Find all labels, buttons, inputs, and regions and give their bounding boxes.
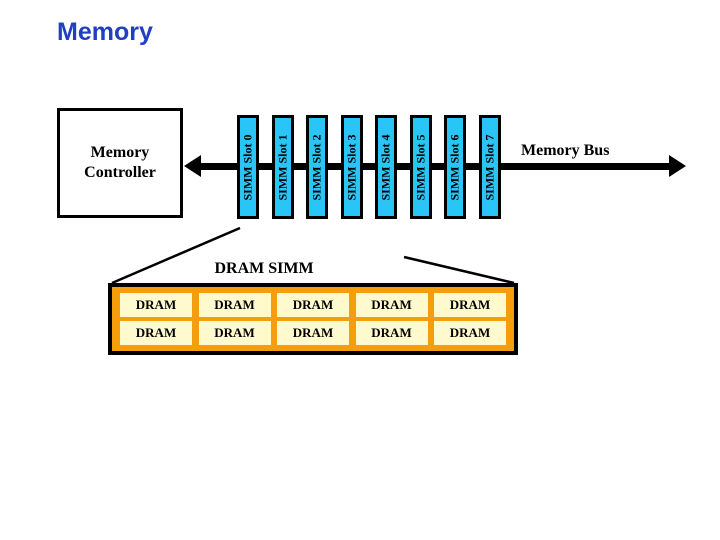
simm-slot-label: SIMM Slot 6 [447,134,462,200]
simm-slot-1[interactable]: SIMM Slot 1 [271,115,294,219]
page-title: Memory [57,18,153,46]
simm-slot-2[interactable]: SIMM Slot 2 [306,115,328,219]
dram-chip: DRAM [120,293,192,317]
simm-slot-4[interactable]: SIMM Slot 4 [375,115,397,219]
slide-canvas: Memory Memory Bus Memory Controller SIMM… [0,0,720,540]
dram-chip: DRAM [277,321,349,345]
simm-slot-group: SIMM Slot 0 SIMM Slot 1 SIMM Slot 2 SIMM Sl… [237,115,512,219]
dram-chip: DRAM [355,321,428,345]
simm-slot-label: SIMM Slot 5 [413,134,427,200]
simm-slot-5[interactable]: SIMM Slot 5 [409,115,432,219]
simm-slot-7[interactable]: SIMM Slot 7 [478,115,501,219]
dram-chip: DRAM [355,293,428,317]
dram-simm-board: DRAM DRAM DRAM DRAM DRAM DRAM DRAM DRAM DRAM DRAM [108,283,518,355]
memory-bus-label: Memory Bus [521,142,610,159]
dram-chip: DRAM [434,293,506,317]
dram-chip: DRAM [198,293,271,317]
simm-slot-label: SIMM Slot 1 [275,134,289,200]
arrow-right-icon [669,155,686,177]
simm-slot-label: SIMM Slot 2 [309,134,324,200]
simm-slot-6[interactable]: SIMM Slot 6 [444,115,466,219]
dram-simm-label: DRAM SIMM [214,260,314,277]
memory-controller-label: Memory Controller [84,144,156,181]
leader-line-right [403,255,515,285]
arrow-left-icon [184,155,201,177]
simm-slot-label: SIMM Slot 7 [482,134,496,200]
simm-slot-label: SIMM Slot 3 [344,134,358,200]
simm-slot-label: SIMM Slot 4 [378,134,393,200]
simm-slot-0[interactable]: SIMM Slot 0 [237,115,259,219]
simm-slot-label: SIMM Slot 0 [240,134,255,200]
dram-chip: DRAM [434,321,506,345]
dram-chip-row: DRAM DRAM DRAM DRAM DRAM [120,321,506,345]
simm-slot-3[interactable]: SIMM Slot 3 [340,115,363,219]
dram-chip: DRAM [120,321,192,345]
dram-chip: DRAM [198,321,271,345]
memory-controller-box: Memory Controller [57,108,183,218]
dram-chip-row: DRAM DRAM DRAM DRAM DRAM [120,293,506,317]
dram-chip: DRAM [277,293,349,317]
